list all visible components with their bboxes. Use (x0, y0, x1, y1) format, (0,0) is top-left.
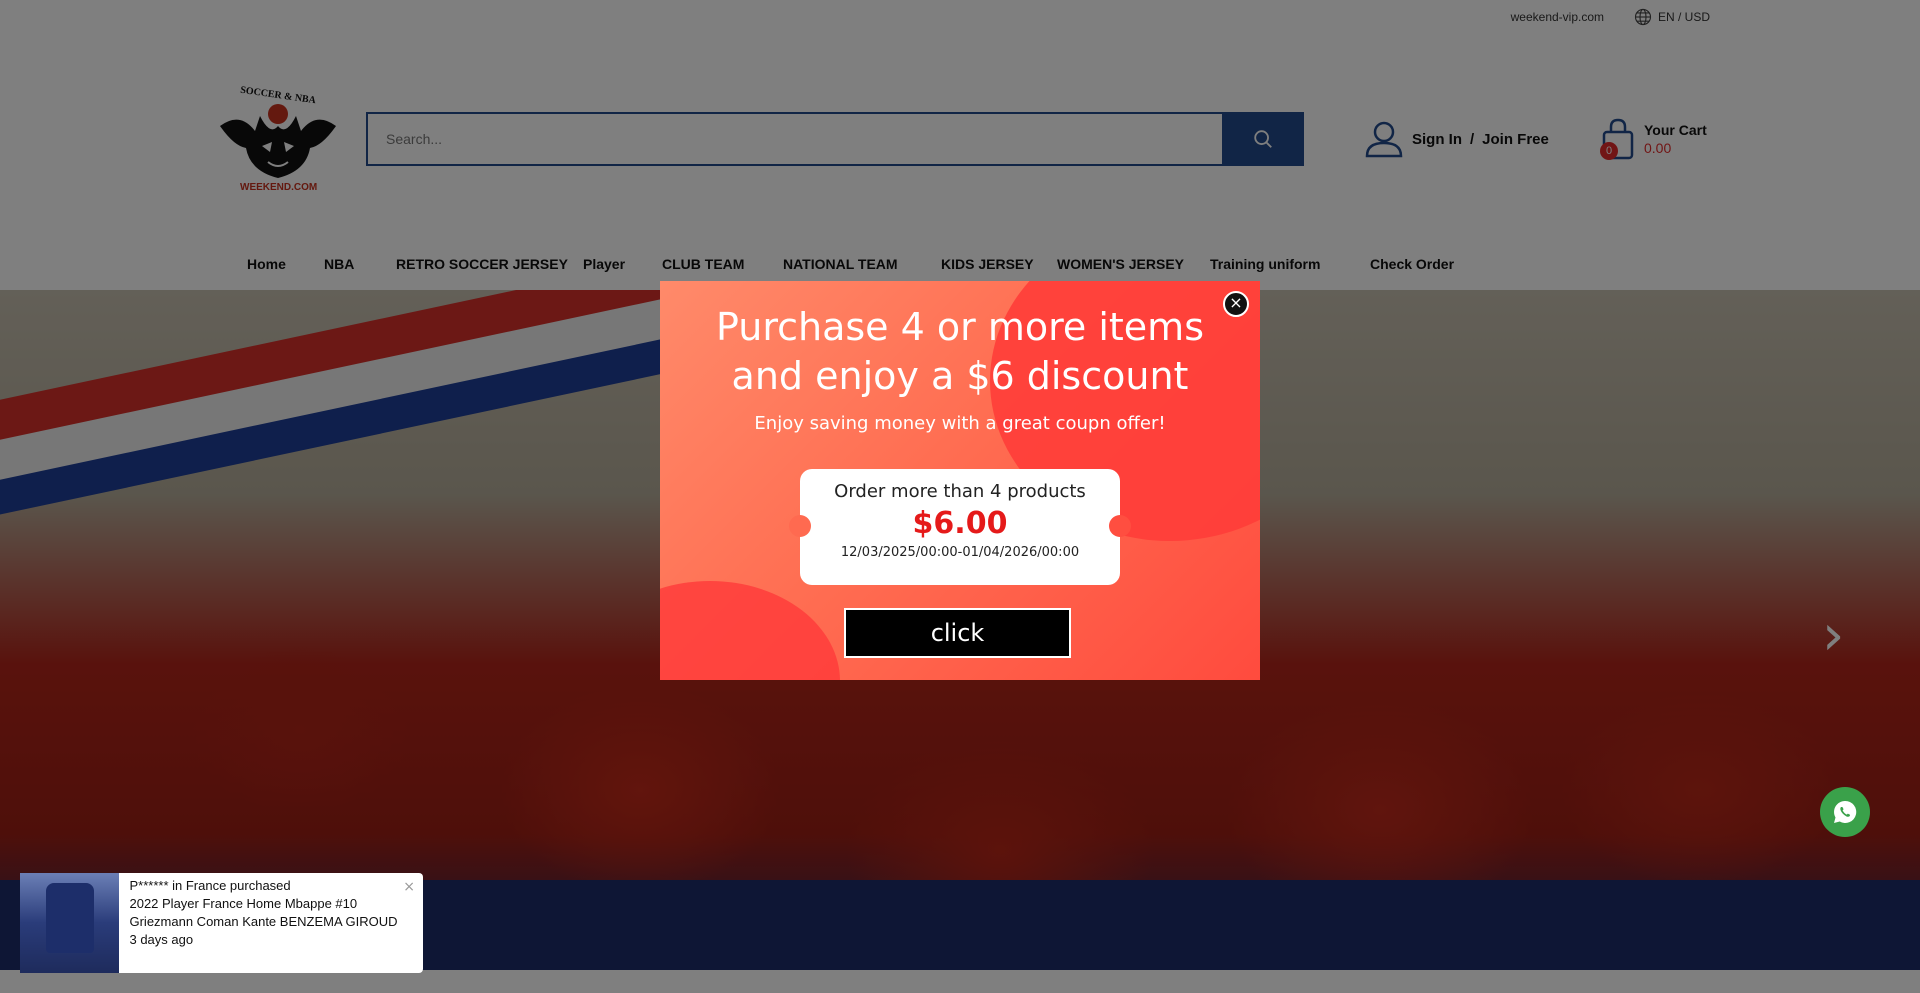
discount-popup: × Purchase 4 or more items and enjoy a $… (660, 281, 1260, 680)
coupon-validity: 12/03/2025/00:00-01/04/2026/00:00 (840, 545, 1080, 560)
whatsapp-button[interactable] (1820, 787, 1870, 837)
notification-body: P****** in France purchased 2022 Player … (119, 873, 423, 973)
close-icon[interactable]: × (403, 879, 415, 895)
purchased-product-name[interactable]: 2022 Player France Home Mbappe #10 Griez… (129, 895, 413, 931)
jersey-image (46, 883, 94, 953)
coupon-amount: $6.00 (912, 506, 1008, 541)
purchase-time: 3 days ago (129, 932, 194, 947)
popup-headline: Purchase 4 or more items and enjoy a $6 … (715, 305, 1204, 398)
claim-coupon-button[interactable]: click (844, 608, 1071, 658)
coupon-notch (789, 515, 811, 537)
coupon-title: Order more than 4 products (834, 481, 1086, 502)
product-thumbnail (20, 873, 120, 973)
coupon-card: Order more than 4 products $6.00 12/03/2… (789, 469, 1131, 585)
recent-purchase-notification[interactable]: P****** in France purchased 2022 Player … (20, 873, 423, 973)
popup-decor-blob (660, 581, 840, 680)
popup-subtitle: Enjoy saving money with a great coupn of… (754, 413, 1166, 434)
coupon-notch (1109, 515, 1131, 537)
whatsapp-icon (1834, 800, 1857, 823)
purchase-location: P****** in France purchased (129, 878, 291, 893)
